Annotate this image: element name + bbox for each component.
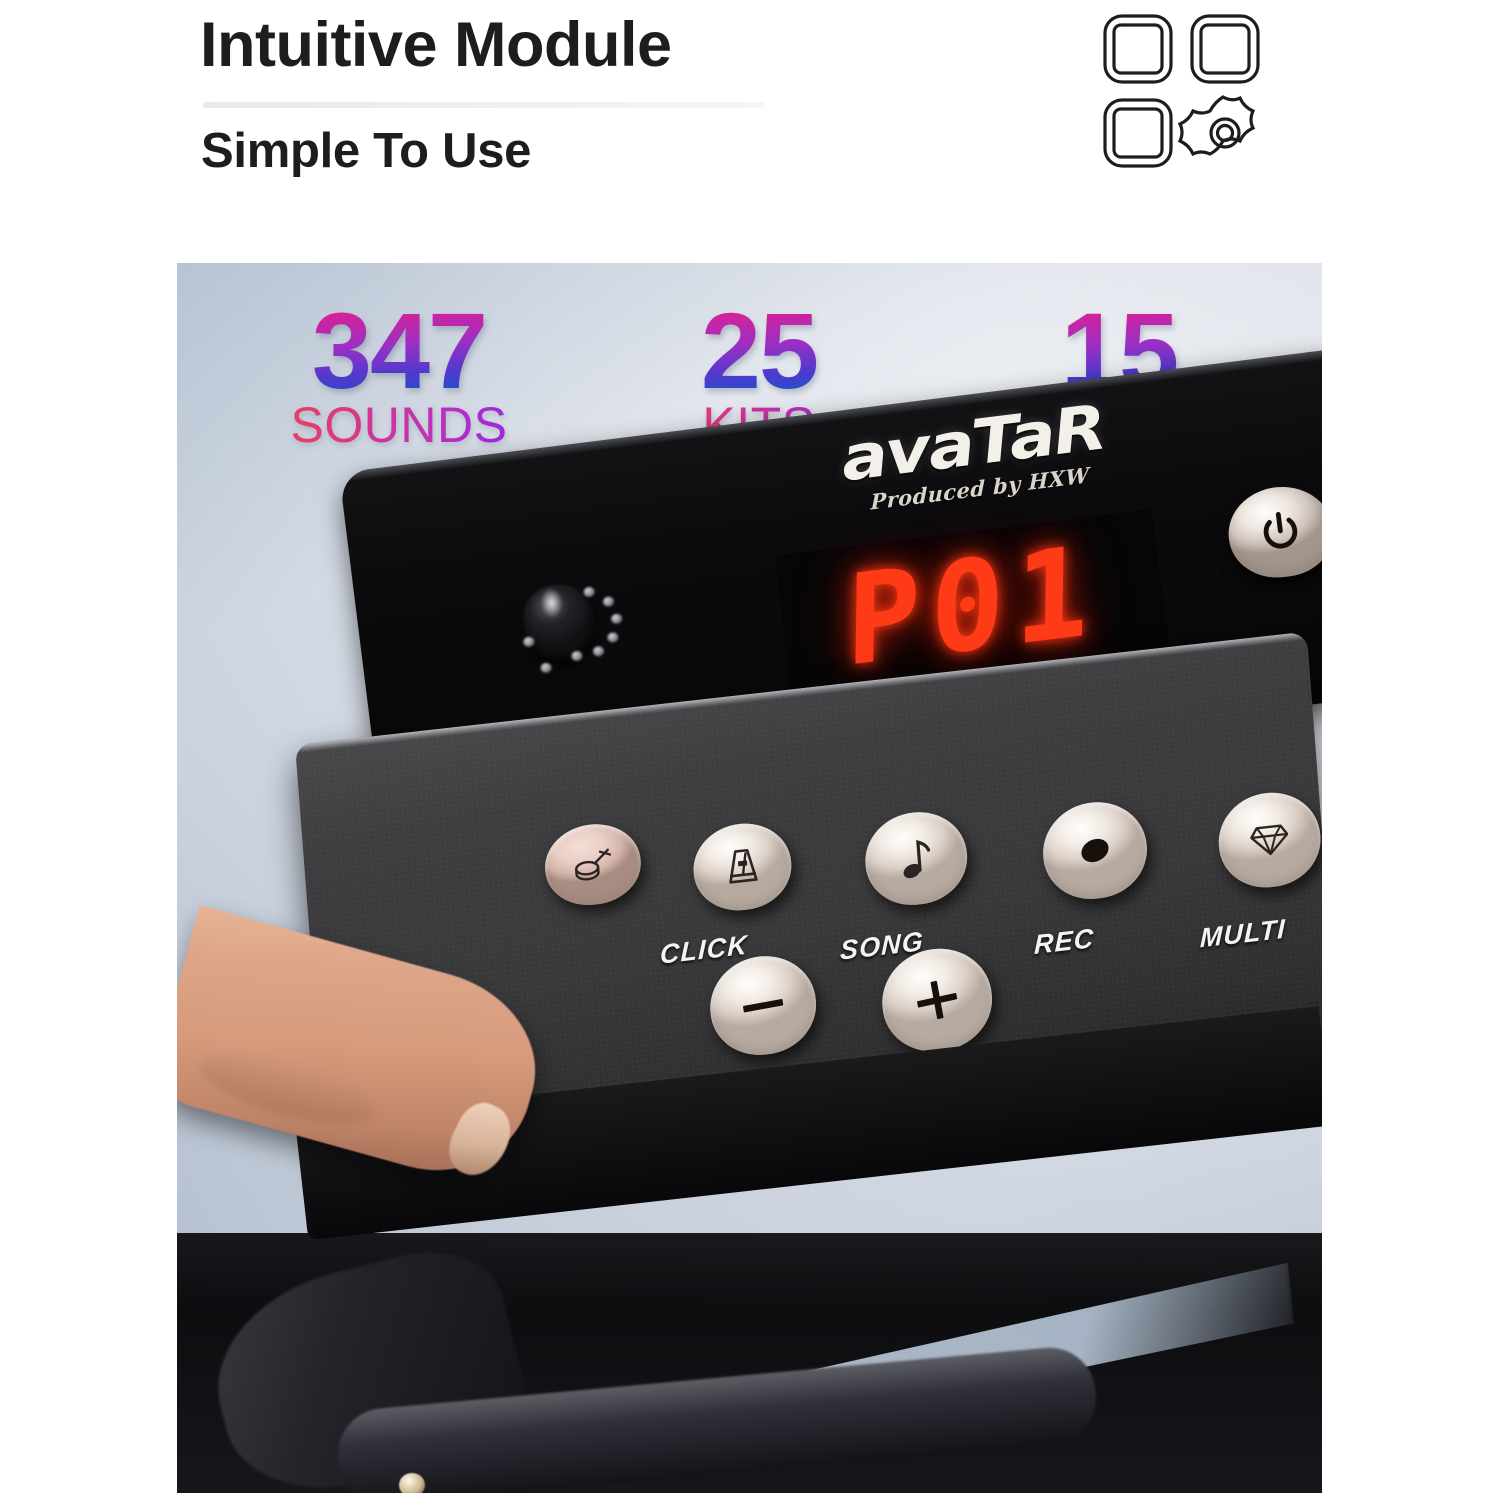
stat-sounds: 347 SOUNDS (219, 297, 579, 450)
knob-tick (602, 596, 615, 608)
rec-button[interactable] (1039, 796, 1151, 905)
stat-value: 25 (609, 297, 909, 405)
gear-icon (1177, 95, 1256, 157)
power-icon (1263, 511, 1298, 549)
page-subtitle: Simple To Use (201, 124, 532, 178)
click-button[interactable] (690, 818, 795, 916)
page-title: Intuitive Module (200, 10, 672, 80)
header-divider (203, 102, 765, 108)
stat-value: 347 (219, 297, 579, 405)
record-dot-icon (1081, 838, 1109, 863)
kit-button[interactable] (542, 819, 644, 910)
music-note-icon (903, 840, 931, 879)
user-finger (177, 905, 567, 1251)
page-root: Intuitive Module Simple To Use 347 SOUND… (0, 0, 1498, 1498)
diamond-icon (1250, 824, 1289, 856)
multi-button[interactable] (1215, 787, 1322, 893)
multi-button-label: MULTI (1199, 913, 1287, 954)
knob-tick (610, 613, 623, 625)
knob-tick (570, 650, 584, 662)
product-photo: 347 SOUNDS 25 KITS 15 SONGS (177, 263, 1322, 1493)
song-button[interactable] (861, 806, 971, 911)
drum-module: avaTaR Produced by HXW P01 CLICK SONG RE… (177, 348, 1322, 1493)
minus-button[interactable] (706, 950, 820, 1061)
rounded-square-icon (1103, 14, 1173, 84)
rec-button-label: REC (1033, 922, 1095, 960)
volume-knob[interactable] (503, 559, 637, 693)
module-feature-icon-cluster (1095, 8, 1275, 188)
knob-tick (592, 645, 605, 657)
knob-tick (583, 586, 596, 598)
metronome-icon (729, 848, 758, 884)
stat-label: SOUNDS (219, 400, 579, 450)
rounded-square-icon (1190, 14, 1260, 84)
power-button[interactable] (1223, 480, 1322, 584)
rounded-square-icon (1103, 98, 1173, 168)
knob-tick (540, 662, 553, 674)
drum-kit-icon (575, 848, 612, 881)
minus-icon (743, 999, 784, 1013)
knob-tick (606, 631, 619, 644)
plus-icon (917, 980, 958, 1020)
stand-screw (399, 1473, 425, 1493)
